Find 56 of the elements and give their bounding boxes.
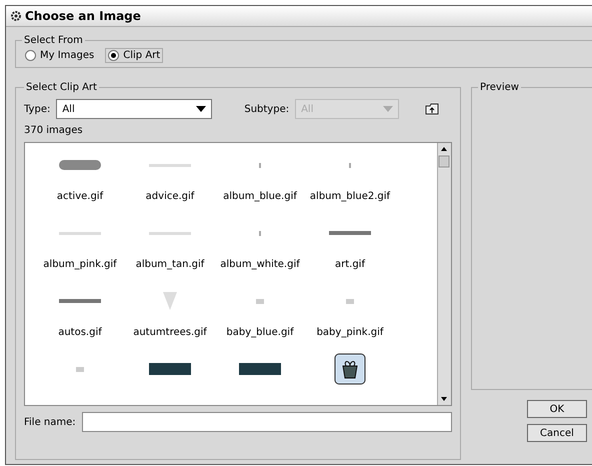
- image-name: advice.gif: [146, 191, 194, 202]
- file-name-label: File name:: [24, 416, 76, 428]
- type-label: Type:: [24, 104, 50, 114]
- bar-icon: [149, 363, 191, 375]
- image-name: art.gif: [335, 259, 365, 270]
- image-item[interactable]: album_blue2.gif: [305, 153, 395, 221]
- pill-icon: [58, 159, 102, 171]
- image-item[interactable]: baby_blue.gif: [215, 289, 305, 357]
- subtype-label: Subtype:: [244, 104, 290, 114]
- image-name: baby_blue.gif: [226, 327, 294, 338]
- dialog-button[interactable]: Cancel: [527, 424, 587, 442]
- line-icon: [149, 164, 191, 166]
- image-item[interactable]: album_tan.gif: [125, 221, 215, 289]
- scrollbar[interactable]: [437, 143, 451, 405]
- tick-icon: [259, 230, 261, 236]
- image-item[interactable]: autos.gif: [35, 289, 125, 357]
- image-name: autumtrees.gif: [133, 327, 207, 338]
- tick-icon: [259, 162, 261, 168]
- dialog-button[interactable]: OK: [527, 400, 587, 418]
- image-item[interactable]: album_blue.gif: [215, 153, 305, 221]
- group-title: Select From: [23, 35, 84, 46]
- window-title: Choose an Image: [25, 9, 142, 23]
- image-name: album_white.gif: [220, 259, 300, 270]
- image-name: album_blue2.gif: [310, 191, 390, 202]
- bar-icon: [239, 363, 281, 375]
- image-name: album_blue.gif: [223, 191, 297, 202]
- image-name: active.gif: [56, 191, 104, 202]
- group-title: Preview: [479, 82, 520, 93]
- image-item[interactable]: baby_pink.gif: [305, 289, 395, 357]
- file-name-field[interactable]: [82, 412, 452, 432]
- bar-icon: [59, 299, 101, 303]
- caret-icon: [383, 106, 394, 112]
- image-name: album_pink.gif: [43, 259, 117, 270]
- radio-option[interactable]: My Images: [22, 48, 98, 63]
- image-count: 370 images: [24, 125, 84, 136]
- image-name: baby_pink.gif: [316, 327, 384, 338]
- radio-option[interactable]: Clip Art: [105, 48, 164, 63]
- image-item[interactable]: album_pink.gif: [35, 221, 125, 289]
- image-item[interactable]: album_white.gif: [215, 221, 305, 289]
- image-item[interactable]: active.gif: [35, 153, 125, 221]
- line-icon: [59, 232, 101, 234]
- tree-icon: [162, 291, 178, 311]
- folder-up-icon[interactable]: [425, 103, 440, 115]
- image-item[interactable]: art.gif: [305, 221, 395, 289]
- gear-icon: [10, 10, 22, 22]
- line-icon: [149, 232, 191, 234]
- tick-icon: [349, 162, 351, 168]
- caret-icon: [196, 106, 206, 112]
- group-title: Select Clip Art: [25, 82, 98, 93]
- bar-icon: [329, 231, 371, 235]
- image-item[interactable]: advice.gif: [125, 153, 215, 221]
- gift-bag-icon: [334, 353, 366, 385]
- image-name: autos.gif: [58, 327, 102, 338]
- type-dropdown[interactable]: All: [56, 99, 212, 119]
- image-item[interactable]: autumtrees.gif: [125, 289, 215, 357]
- image-name: album_tan.gif: [136, 259, 204, 270]
